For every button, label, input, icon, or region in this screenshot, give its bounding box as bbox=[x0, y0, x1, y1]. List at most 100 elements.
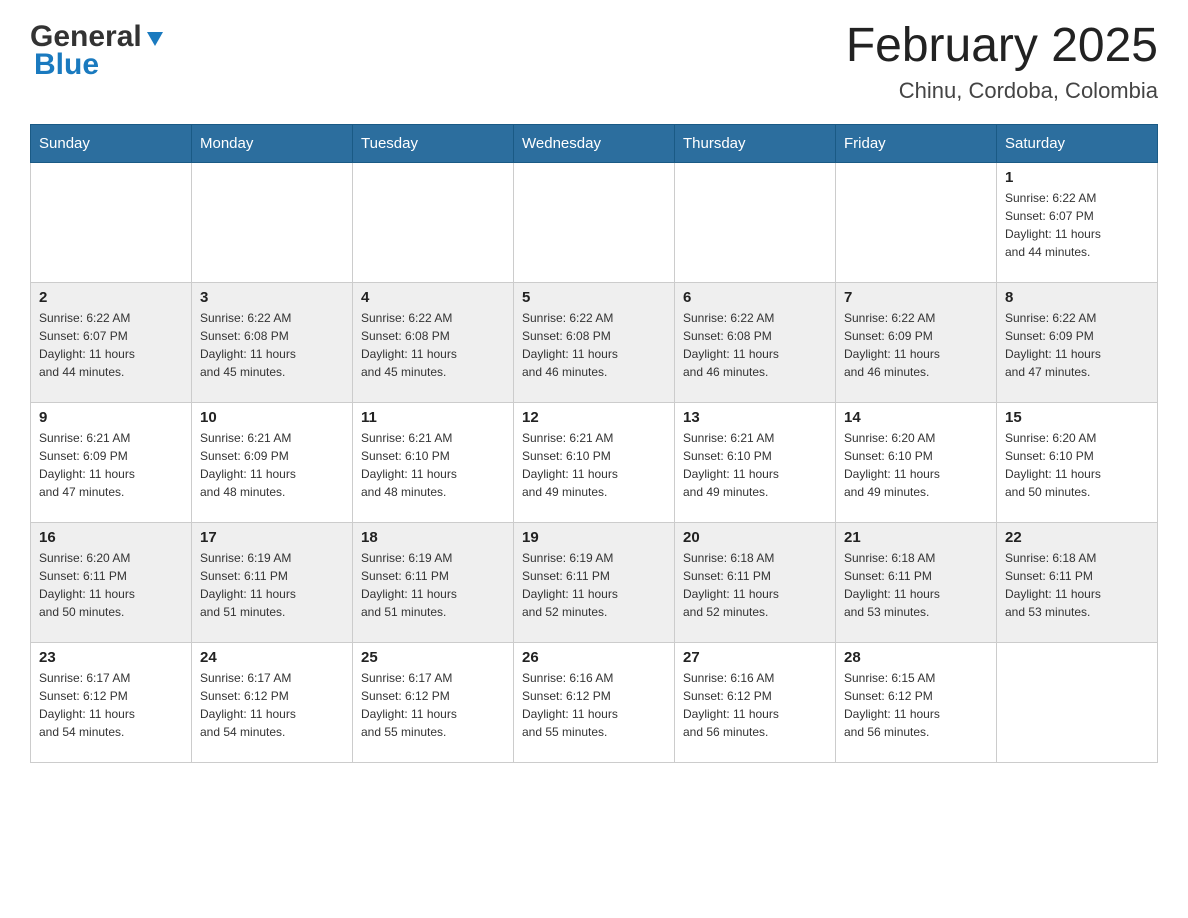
table-row: 10 Sunrise: 6:21 AM Sunset: 6:09 PM Dayli… bbox=[192, 402, 353, 522]
table-row: 16 Sunrise: 6:20 AM Sunset: 6:11 PM Dayli… bbox=[31, 522, 192, 642]
table-row: 27Sunrise: 6:16 AM Sunset: 6:12 PM Dayli… bbox=[675, 642, 836, 762]
day-info: Sunrise: 6:21 AM Sunset: 6:10 PM Dayligh… bbox=[683, 429, 827, 501]
table-row bbox=[997, 642, 1158, 762]
calendar-header-row: Sunday Monday Tuesday Wednesday Thursday… bbox=[31, 124, 1158, 162]
day-number: 21 bbox=[844, 529, 988, 546]
header-monday: Monday bbox=[192, 124, 353, 162]
day-number: 15 bbox=[1005, 409, 1149, 426]
header-tuesday: Tuesday bbox=[353, 124, 514, 162]
day-info: Sunrise: 6:20 AM Sunset: 6:11 PM Dayligh… bbox=[39, 549, 183, 621]
month-title: February 2025 bbox=[846, 20, 1158, 73]
day-number: 24 bbox=[200, 649, 344, 666]
day-number: 20 bbox=[683, 529, 827, 546]
table-row: 7 Sunrise: 6:22 AM Sunset: 6:09 PM Daylig… bbox=[836, 282, 997, 402]
day-info: Sunrise: 6:21 AM Sunset: 6:10 PM Dayligh… bbox=[522, 429, 666, 501]
table-row: 28 Sunrise: 6:15 AM Sunset: 6:12 PM Dayli… bbox=[836, 642, 997, 762]
calendar-table: Sunday Monday Tuesday Wednesday Thursday… bbox=[30, 124, 1158, 763]
table-row: 23 Sunrise: 6:17 AM Sunset: 6:12 PM Dayli… bbox=[31, 642, 192, 762]
table-row: 15Sunrise: 6:20 AM Sunset: 6:10 PM Dayli… bbox=[997, 402, 1158, 522]
day-info: Sunrise: 6:17 AM Sunset: 6:12 PM Dayligh… bbox=[200, 669, 344, 741]
day-info: Sunrise: 6:21 AM Sunset: 6:09 PM Dayligh… bbox=[39, 429, 183, 501]
day-number: 11 bbox=[361, 409, 505, 426]
table-row: 6 Sunrise: 6:22 AM Sunset: 6:08 PM Daylig… bbox=[675, 282, 836, 402]
table-row: 20 Sunrise: 6:18 AM Sunset: 6:11 PM Dayli… bbox=[675, 522, 836, 642]
table-row: 2 Sunrise: 6:22 AM Sunset: 6:07 PM Daylig… bbox=[31, 282, 192, 402]
logo-triangle-icon bbox=[144, 27, 166, 49]
day-number: 3 bbox=[200, 289, 344, 306]
day-info: Sunrise: 6:22 AM Sunset: 6:09 PM Dayligh… bbox=[1005, 309, 1149, 381]
header-wednesday: Wednesday bbox=[514, 124, 675, 162]
header-saturday: Saturday bbox=[997, 124, 1158, 162]
table-row: 3 Sunrise: 6:22 AM Sunset: 6:08 PM Daylig… bbox=[192, 282, 353, 402]
day-number: 14 bbox=[844, 409, 988, 426]
day-info: Sunrise: 6:16 AM Sunset: 6:12 PM Dayligh… bbox=[522, 669, 666, 741]
day-number: 8 bbox=[1005, 289, 1149, 306]
day-number: 6 bbox=[683, 289, 827, 306]
day-number: 23 bbox=[39, 649, 183, 666]
header-friday: Friday bbox=[836, 124, 997, 162]
table-row: 24 Sunrise: 6:17 AM Sunset: 6:12 PM Dayli… bbox=[192, 642, 353, 762]
table-row: 9 Sunrise: 6:21 AM Sunset: 6:09 PM Daylig… bbox=[31, 402, 192, 522]
day-info: Sunrise: 6:21 AM Sunset: 6:09 PM Dayligh… bbox=[200, 429, 344, 501]
logo-blue-text: Blue bbox=[30, 50, 99, 80]
day-info: Sunrise: 6:18 AM Sunset: 6:11 PM Dayligh… bbox=[844, 549, 988, 621]
day-number: 28 bbox=[844, 649, 988, 666]
table-row bbox=[836, 162, 997, 282]
day-info: Sunrise: 6:17 AM Sunset: 6:12 PM Dayligh… bbox=[361, 669, 505, 741]
day-info: Sunrise: 6:20 AM Sunset: 6:10 PM Dayligh… bbox=[844, 429, 988, 501]
day-number: 1 bbox=[1005, 169, 1149, 186]
day-info: Sunrise: 6:22 AM Sunset: 6:08 PM Dayligh… bbox=[522, 309, 666, 381]
table-row: 11 Sunrise: 6:21 AM Sunset: 6:10 PM Dayli… bbox=[353, 402, 514, 522]
day-number: 7 bbox=[844, 289, 988, 306]
table-row: 17 Sunrise: 6:19 AM Sunset: 6:11 PM Dayli… bbox=[192, 522, 353, 642]
table-row: 5 Sunrise: 6:22 AM Sunset: 6:08 PM Daylig… bbox=[514, 282, 675, 402]
table-row: 8 Sunrise: 6:22 AM Sunset: 6:09 PM Daylig… bbox=[997, 282, 1158, 402]
table-row bbox=[192, 162, 353, 282]
day-number: 5 bbox=[522, 289, 666, 306]
table-row: 1 Sunrise: 6:22 AM Sunset: 6:07 PM Daylig… bbox=[997, 162, 1158, 282]
day-info: Sunrise: 6:19 AM Sunset: 6:11 PM Dayligh… bbox=[361, 549, 505, 621]
day-number: 2 bbox=[39, 289, 183, 306]
table-row: 4Sunrise: 6:22 AM Sunset: 6:08 PM Daylig… bbox=[353, 282, 514, 402]
table-row: 18Sunrise: 6:19 AM Sunset: 6:11 PM Dayli… bbox=[353, 522, 514, 642]
calendar-week-row: 23 Sunrise: 6:17 AM Sunset: 6:12 PM Dayli… bbox=[31, 642, 1158, 762]
table-row: 19Sunrise: 6:19 AM Sunset: 6:11 PM Dayli… bbox=[514, 522, 675, 642]
day-info: Sunrise: 6:22 AM Sunset: 6:08 PM Dayligh… bbox=[200, 309, 344, 381]
day-number: 17 bbox=[200, 529, 344, 546]
table-row: 12 Sunrise: 6:21 AM Sunset: 6:10 PM Dayli… bbox=[514, 402, 675, 522]
calendar-week-row: 16 Sunrise: 6:20 AM Sunset: 6:11 PM Dayli… bbox=[31, 522, 1158, 642]
day-info: Sunrise: 6:22 AM Sunset: 6:09 PM Dayligh… bbox=[844, 309, 988, 381]
day-info: Sunrise: 6:19 AM Sunset: 6:11 PM Dayligh… bbox=[522, 549, 666, 621]
location-title: Chinu, Cordoba, Colombia bbox=[846, 78, 1158, 104]
day-number: 12 bbox=[522, 409, 666, 426]
day-number: 26 bbox=[522, 649, 666, 666]
table-row: 13Sunrise: 6:21 AM Sunset: 6:10 PM Dayli… bbox=[675, 402, 836, 522]
logo: General Blue bbox=[30, 20, 166, 80]
day-info: Sunrise: 6:19 AM Sunset: 6:11 PM Dayligh… bbox=[200, 549, 344, 621]
day-info: Sunrise: 6:22 AM Sunset: 6:07 PM Dayligh… bbox=[1005, 189, 1149, 261]
table-row: 21 Sunrise: 6:18 AM Sunset: 6:11 PM Dayli… bbox=[836, 522, 997, 642]
day-number: 9 bbox=[39, 409, 183, 426]
table-row: 14 Sunrise: 6:20 AM Sunset: 6:10 PM Dayli… bbox=[836, 402, 997, 522]
page-header: General Blue February 2025 Chinu, Cordob… bbox=[30, 20, 1158, 104]
day-info: Sunrise: 6:22 AM Sunset: 6:07 PM Dayligh… bbox=[39, 309, 183, 381]
day-number: 4 bbox=[361, 289, 505, 306]
day-number: 16 bbox=[39, 529, 183, 546]
day-number: 25 bbox=[361, 649, 505, 666]
header-thursday: Thursday bbox=[675, 124, 836, 162]
calendar-week-row: 2 Sunrise: 6:22 AM Sunset: 6:07 PM Daylig… bbox=[31, 282, 1158, 402]
calendar-week-row: 1 Sunrise: 6:22 AM Sunset: 6:07 PM Daylig… bbox=[31, 162, 1158, 282]
day-info: Sunrise: 6:22 AM Sunset: 6:08 PM Dayligh… bbox=[683, 309, 827, 381]
day-number: 27 bbox=[683, 649, 827, 666]
table-row bbox=[31, 162, 192, 282]
day-number: 10 bbox=[200, 409, 344, 426]
table-row bbox=[353, 162, 514, 282]
day-info: Sunrise: 6:17 AM Sunset: 6:12 PM Dayligh… bbox=[39, 669, 183, 741]
title-section: February 2025 Chinu, Cordoba, Colombia bbox=[846, 20, 1158, 104]
table-row: 22Sunrise: 6:18 AM Sunset: 6:11 PM Dayli… bbox=[997, 522, 1158, 642]
day-info: Sunrise: 6:21 AM Sunset: 6:10 PM Dayligh… bbox=[361, 429, 505, 501]
header-sunday: Sunday bbox=[31, 124, 192, 162]
day-info: Sunrise: 6:18 AM Sunset: 6:11 PM Dayligh… bbox=[683, 549, 827, 621]
day-info: Sunrise: 6:15 AM Sunset: 6:12 PM Dayligh… bbox=[844, 669, 988, 741]
table-row bbox=[514, 162, 675, 282]
